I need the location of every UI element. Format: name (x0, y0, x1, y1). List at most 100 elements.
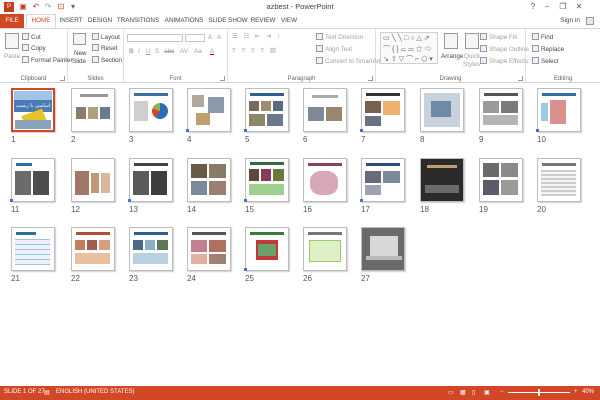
slide-sorter-view[interactable]: اساسی با زبست 1 2 3 4 5 6 7 8 9 10 11 12… (0, 83, 600, 386)
arrange-button[interactable]: Arrange (441, 53, 463, 60)
normal-view-icon[interactable]: ▭ (448, 389, 454, 396)
spellcheck-icon[interactable]: ▤ (44, 389, 50, 396)
tab-file[interactable]: FILE (0, 14, 24, 28)
slide-thumbnail[interactable]: 26 (303, 227, 347, 283)
slide-thumbnail[interactable]: 6 (303, 88, 347, 144)
italic-button[interactable]: I (138, 48, 140, 55)
slide-thumbnail[interactable]: 3 (129, 88, 173, 144)
layout-button[interactable]: Layout (92, 33, 120, 41)
paste-button[interactable]: Paste (4, 53, 20, 60)
slide-thumbnail[interactable]: 10 (536, 88, 581, 144)
shadow-button[interactable]: S (155, 48, 159, 55)
bold-button[interactable]: B (129, 48, 134, 55)
shape-effects-button[interactable]: Shape Effects (480, 57, 528, 65)
paste-icon[interactable] (5, 33, 19, 49)
alignment-buttons-icon[interactable]: ≡ ≡ ≡ ≡ ▥ (232, 47, 278, 54)
zoom-level[interactable]: 40% (582, 389, 594, 395)
cut-button[interactable]: Cut (22, 33, 41, 41)
tab-review[interactable]: REVIEW (250, 14, 276, 28)
zoom-out-button[interactable]: − (500, 389, 504, 395)
quick-styles-button-2[interactable]: Styles (463, 61, 480, 68)
tab-transitions[interactable]: TRANSITIONS (116, 14, 160, 28)
section-button[interactable]: Section (92, 56, 122, 64)
paragraph-launcher-icon[interactable] (368, 76, 373, 81)
list-buttons-icon[interactable]: ☰ ☷ ⇤ ⇥ ↕ (232, 33, 282, 40)
slide-thumbnail[interactable]: 16 (303, 158, 347, 214)
select-button[interactable]: Select (532, 57, 559, 65)
slide-thumbnail[interactable]: اساسی با زبست 1 (11, 88, 55, 144)
slide-thumbnail[interactable]: 18 (420, 158, 464, 214)
change-case-button[interactable]: Aa (194, 48, 202, 55)
slide-thumbnail[interactable]: 4 (186, 88, 231, 144)
language-indicator[interactable]: ENGLISH (UNITED STATES) (56, 389, 134, 395)
replace-button[interactable]: Replace (532, 45, 564, 53)
minimize-button[interactable]: – (540, 1, 554, 12)
slide-thumbnail[interactable]: 2 (71, 88, 115, 144)
tab-home[interactable]: HOME (26, 14, 56, 28)
reading-view-icon[interactable]: ▯ (472, 389, 475, 396)
clipboard-launcher-icon[interactable] (60, 76, 65, 81)
slide-thumbnail[interactable]: 27 (361, 227, 405, 283)
slide-thumbnail[interactable]: 9 (479, 88, 523, 144)
new-slide-icon[interactable] (73, 33, 86, 45)
slide-thumbnail[interactable]: 22 (71, 227, 115, 283)
tab-design[interactable]: DESIGN (86, 14, 114, 28)
slide-thumbnail[interactable]: 13 (128, 158, 173, 214)
tab-slide-show[interactable]: SLIDE SHOW (208, 14, 248, 28)
font-launcher-icon[interactable] (220, 76, 225, 81)
slide-16-preview (303, 158, 347, 202)
find-button[interactable]: Find (532, 33, 553, 41)
shrink-font-icon[interactable]: A (217, 34, 221, 41)
slide-thumbnail[interactable]: 15 (244, 158, 289, 214)
slide-thumbnail[interactable]: 25 (244, 227, 289, 283)
reset-button[interactable]: Reset (92, 44, 117, 52)
new-slide-button[interactable]: New (74, 50, 87, 57)
arrange-icon[interactable] (444, 33, 458, 49)
copy-button[interactable]: Copy (22, 44, 46, 52)
tab-insert[interactable]: INSERT (57, 14, 85, 28)
slideshow-view-icon[interactable]: ▣ (484, 389, 490, 396)
font-name-input[interactable] (127, 34, 183, 42)
slide-thumbnail[interactable]: 23 (129, 227, 173, 283)
format-painter-label: Format Painter (31, 57, 73, 64)
drawing-launcher-icon[interactable] (518, 76, 523, 81)
slide-thumbnail[interactable]: 8 (420, 88, 464, 144)
underline-button[interactable]: U (146, 48, 151, 55)
close-button[interactable]: ✕ (572, 1, 586, 12)
font-color-button[interactable]: A (210, 48, 214, 55)
slide-thumbnail[interactable]: 7 (360, 88, 405, 144)
slide-thumbnail[interactable]: 5 (244, 88, 289, 144)
quick-styles-icon[interactable] (465, 33, 479, 49)
grow-font-icon[interactable]: A (208, 34, 212, 41)
restore-button[interactable]: ❐ (556, 1, 570, 12)
slide-sorter-view-icon[interactable]: ▦ (460, 389, 466, 396)
font-size-input[interactable] (185, 34, 205, 42)
zoom-slider-handle[interactable] (538, 389, 540, 396)
align-text-button[interactable]: Align Text (316, 45, 352, 53)
slide-thumbnail[interactable]: 20 (537, 158, 581, 214)
strikethrough-button[interactable]: abc (164, 48, 174, 55)
slide-thumbnail[interactable]: 11 (10, 158, 55, 214)
new-slide-button-2[interactable]: Slide (72, 58, 86, 65)
slide-thumbnail[interactable]: 17 (360, 158, 405, 214)
shapes-gallery[interactable]: ▭╲╲□○△⇗ ⌒{}⌓▭☆⇨ ↘⇧▽⌒⌐⬠▾ (380, 32, 438, 64)
slide-12-preview (71, 158, 115, 202)
tab-animations[interactable]: ANIMATIONS (162, 14, 206, 28)
zoom-in-button[interactable]: + (574, 389, 578, 395)
format-painter-button[interactable]: Format Painter (22, 56, 73, 64)
shape-fill-button[interactable]: Shape Fill (480, 33, 517, 41)
slide-thumbnail[interactable]: 19 (479, 158, 523, 214)
account-icon[interactable] (586, 17, 594, 25)
text-direction-button[interactable]: Text Direction (316, 33, 363, 41)
quick-styles-button[interactable]: Quick (464, 53, 480, 60)
character-spacing-button[interactable]: AV (180, 48, 188, 55)
help-button[interactable]: ? (526, 1, 540, 12)
tab-view[interactable]: VIEW (278, 14, 300, 28)
slide-thumbnail[interactable]: 14 (187, 158, 231, 214)
slide-thumbnail[interactable]: 21 (11, 227, 55, 283)
slide-thumbnail[interactable]: 12 (71, 158, 115, 214)
convert-smartart-button[interactable]: Convert to SmartArt (316, 57, 381, 65)
sign-in-link[interactable]: Sign in (560, 17, 580, 24)
shape-outline-button[interactable]: Shape Outline (480, 45, 529, 53)
slide-thumbnail[interactable]: 24 (187, 227, 231, 283)
